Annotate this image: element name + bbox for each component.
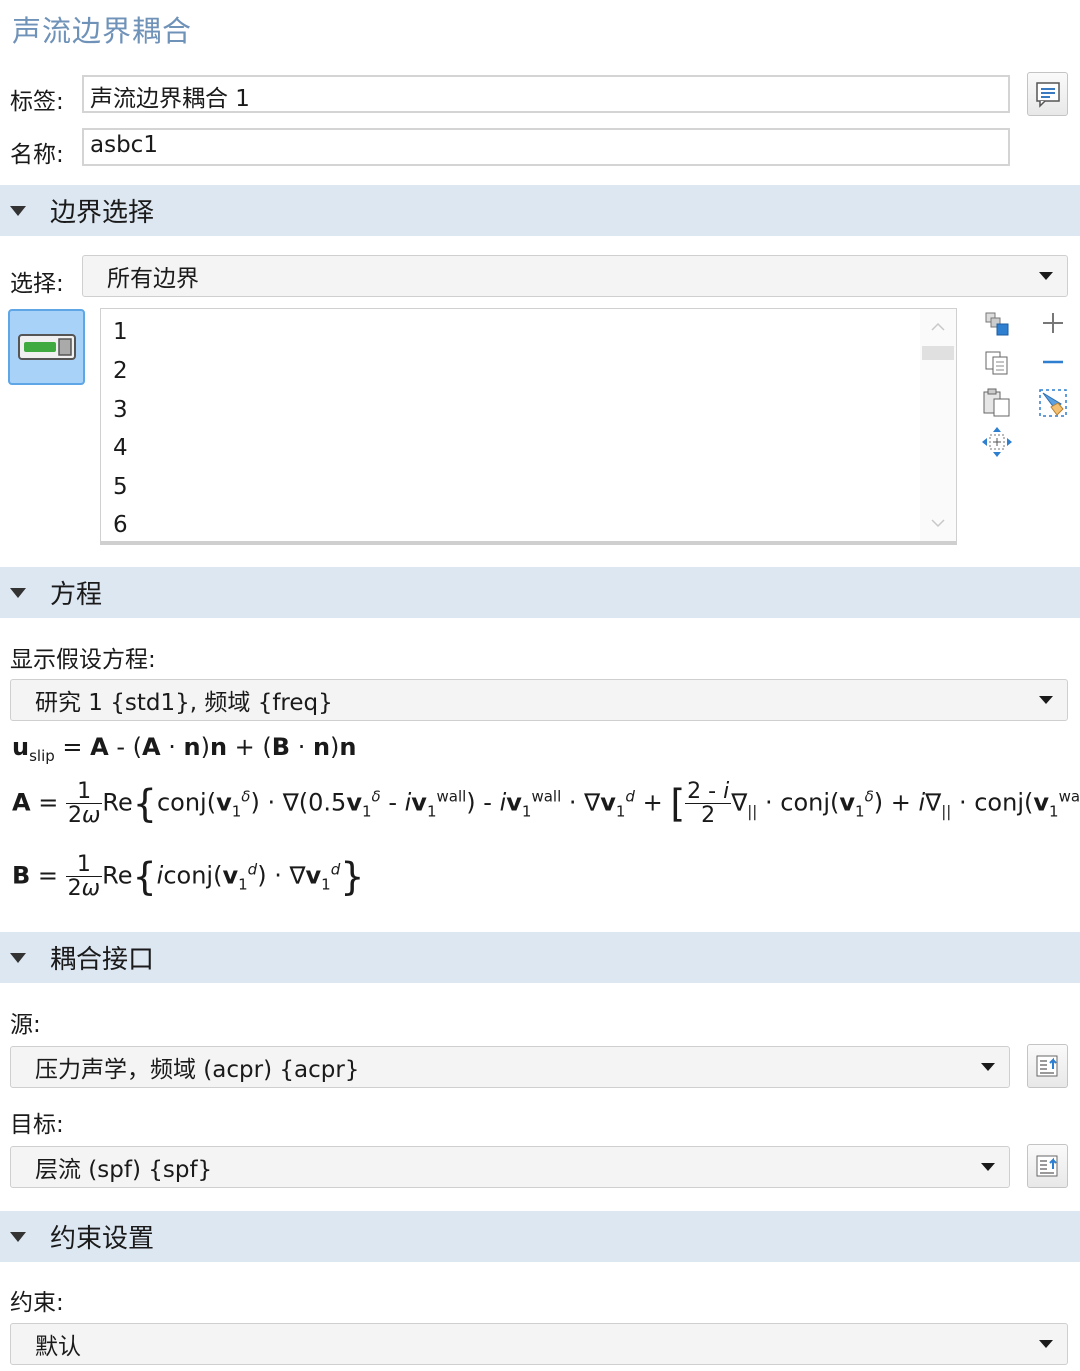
list-scrollbar[interactable]	[920, 309, 956, 541]
source-dropdown[interactable]: 压力声学，频域 (acpr) {acpr}	[10, 1046, 1010, 1088]
target-caption: 目标:	[10, 1112, 64, 1138]
scroll-up-icon[interactable]	[930, 321, 946, 333]
remove-icon[interactable]	[1040, 352, 1066, 372]
collapse-triangle-icon	[10, 952, 26, 963]
go-to-target-button[interactable]	[1027, 1144, 1068, 1188]
label-input[interactable]: 声流边界耦合 1	[82, 75, 1010, 113]
equation-A: A = 1 2ω Re{conj(v1δ) · ∇(0.5v1δ - iv1wall…	[12, 780, 1080, 828]
label-caption: 标签:	[10, 89, 64, 115]
equation-u-slip: uslip = A - (A · n)n + (B · n)n	[12, 733, 357, 765]
copy-selection-icon[interactable]	[983, 349, 1011, 377]
list-item[interactable]: 2	[113, 358, 128, 384]
list-item[interactable]: 5	[113, 474, 128, 500]
show-equation-caption: 显示假设方程:	[10, 647, 156, 673]
section-title: 约束设置	[50, 1224, 155, 1254]
collapse-triangle-icon	[10, 205, 26, 216]
selection-value: 所有边界	[107, 266, 199, 292]
constraint-value: 默认	[35, 1334, 81, 1360]
go-to-target-icon	[1036, 1155, 1057, 1177]
chevron-down-icon	[1039, 1340, 1053, 1348]
boundary-list[interactable]: 1 2 3 4 5 6	[100, 308, 957, 545]
constraint-caption: 约束:	[10, 1290, 64, 1316]
section-title: 边界选择	[50, 198, 155, 228]
study-value: 研究 1 {std1}, 频域 {freq}	[35, 690, 333, 716]
name-caption: 名称:	[10, 142, 64, 168]
select-from-graphics-icon[interactable]	[983, 310, 1011, 338]
collapse-triangle-icon	[10, 587, 26, 598]
list-item[interactable]: 1	[113, 319, 128, 345]
selection-caption: 选择:	[10, 271, 64, 297]
toggle-switch-icon	[17, 334, 76, 360]
section-title: 耦合接口	[50, 945, 155, 975]
zoom-to-selection-icon[interactable]	[981, 426, 1013, 458]
list-item[interactable]: 4	[113, 435, 128, 461]
target-dropdown[interactable]: 层流 (spf) {spf}	[10, 1146, 1010, 1188]
equation-B: B = 1 2ω Re{iconj(v1d) · ∇v1d}	[12, 852, 365, 902]
description-icon	[1035, 82, 1060, 108]
go-to-source-button[interactable]	[1027, 1044, 1068, 1088]
scroll-down-icon[interactable]	[930, 517, 946, 529]
activate-selection-toggle[interactable]	[8, 309, 85, 385]
chevron-down-icon	[1039, 272, 1053, 280]
section-coupled-interfaces[interactable]: 耦合接口	[0, 932, 1080, 983]
name-input[interactable]: asbc1	[82, 128, 1010, 166]
chevron-down-icon	[981, 1163, 995, 1171]
clear-selection-icon[interactable]	[1037, 387, 1069, 419]
scroll-thumb[interactable]	[922, 346, 954, 360]
section-title: 方程	[50, 580, 103, 610]
study-dropdown[interactable]: 研究 1 {std1}, 频域 {freq}	[10, 679, 1068, 721]
selection-dropdown[interactable]: 所有边界	[82, 255, 1068, 297]
node-description-button[interactable]	[1027, 72, 1068, 116]
add-icon[interactable]	[1040, 310, 1066, 336]
section-boundary-selection[interactable]: 边界选择	[0, 185, 1080, 236]
list-item[interactable]: 6	[113, 512, 128, 538]
source-caption: 源:	[10, 1012, 41, 1038]
section-constraint-settings[interactable]: 约束设置	[0, 1211, 1080, 1262]
section-equation[interactable]: 方程	[0, 567, 1080, 618]
target-value: 层流 (spf) {spf}	[35, 1157, 213, 1183]
page-title: 声流边界耦合	[12, 14, 193, 48]
list-item[interactable]: 3	[113, 397, 128, 423]
paste-selection-icon[interactable]	[981, 387, 1013, 419]
collapse-triangle-icon	[10, 1231, 26, 1242]
constraint-dropdown[interactable]: 默认	[10, 1323, 1068, 1365]
source-value: 压力声学，频域 (acpr) {acpr}	[35, 1057, 360, 1083]
go-to-source-icon	[1036, 1055, 1057, 1077]
chevron-down-icon	[1039, 696, 1053, 704]
chevron-down-icon	[981, 1063, 995, 1071]
